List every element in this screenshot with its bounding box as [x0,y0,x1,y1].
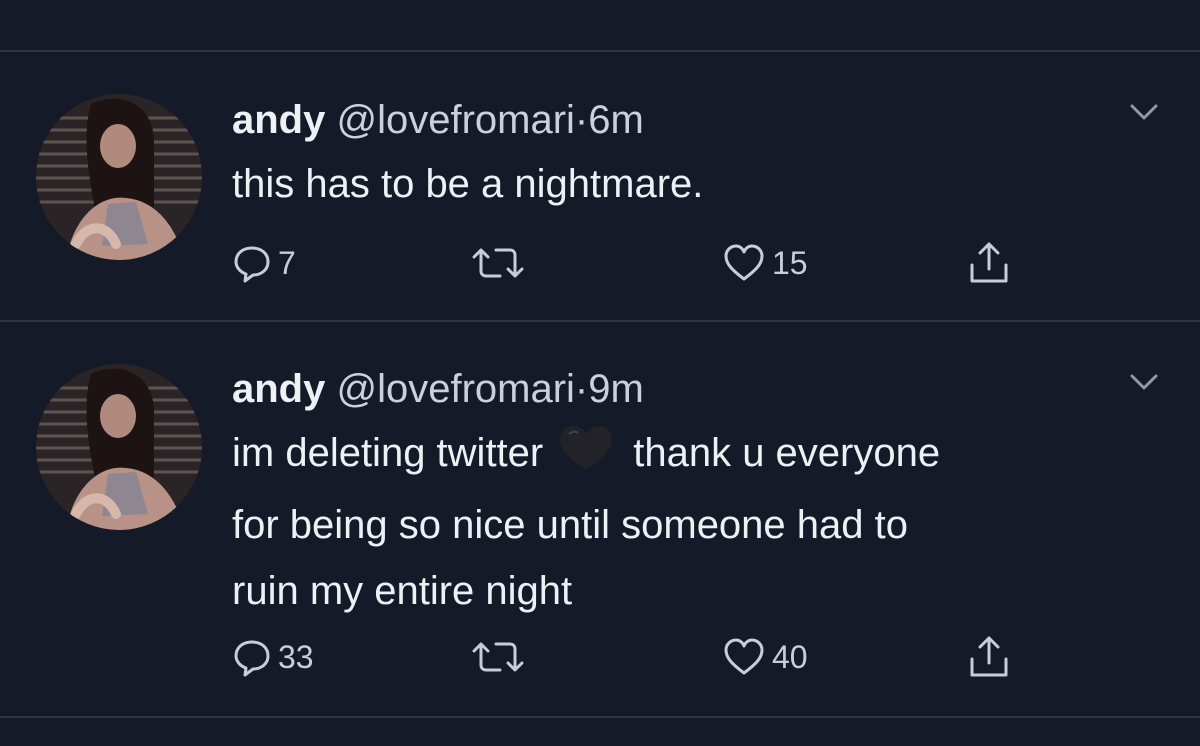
tweet-text-line: ruin my entire night [232,569,573,613]
retweet-icon [472,642,524,672]
reply-bubble-icon [234,640,270,677]
tweet-divider [0,716,1200,718]
chevron-down-icon [1130,374,1158,390]
like-button[interactable]: 40 [722,632,808,682]
tweet-header: andy @lovefromari·6m [232,97,644,143]
username[interactable]: @lovefromari [336,367,574,411]
tweet-text-segment: im deleting twitter [232,431,544,475]
tweet-text-line: im deleting twitter thank u everyone [232,420,1152,492]
avatar-image [36,364,202,530]
chevron-down-icon [1130,104,1158,120]
reply-count: 33 [278,638,314,675]
tweet-header: andy @lovefromari·9m [232,366,644,412]
heart-outline-icon [724,638,764,675]
black-heart-emoji [557,424,615,492]
timeline: andy @lovefromari·6m this has to be a ni… [0,0,1200,746]
tweet-actions: 33 40 [232,632,1052,682]
share-icon [970,242,1008,283]
separator: · [574,98,589,142]
tweet-menu-button[interactable] [1124,98,1164,128]
tweet[interactable]: andy @lovefromari·9m im deleting twitter… [0,322,1200,716]
tweet-text: this has to be a nightmare. [232,151,1152,217]
share-button[interactable] [966,632,1012,682]
avatar-image [36,94,202,260]
tweet-text-line: for being so nice until someone had to [232,503,908,547]
avatar[interactable] [36,364,202,530]
share-button[interactable] [966,238,1012,288]
retweet-button[interactable] [470,632,526,682]
heart-outline-icon [724,244,764,281]
avatar[interactable] [36,94,202,260]
timestamp[interactable]: 6m [588,98,644,142]
share-icon [970,636,1008,677]
tweet-menu-button[interactable] [1124,368,1164,398]
tweet-text-segment: thank u everyone [633,431,941,475]
reply-bubble-icon [234,246,270,283]
display-name[interactable]: andy [232,98,325,142]
username[interactable]: @lovefromari [336,98,574,142]
reply-count: 7 [278,244,296,281]
reply-button[interactable]: 33 [232,632,314,682]
separator: · [574,367,589,411]
tweet-actions: 7 15 [232,238,1052,288]
tweet-text-line: this has to be a nightmare. [232,162,704,206]
like-count: 15 [772,244,808,281]
retweet-icon [472,248,524,278]
display-name[interactable]: andy [232,367,325,411]
like-button[interactable]: 15 [722,238,808,288]
retweet-button[interactable] [470,238,526,288]
timestamp[interactable]: 9m [588,367,644,411]
reply-button[interactable]: 7 [232,238,296,288]
black-heart-icon [560,426,613,470]
like-count: 40 [772,638,808,675]
tweet-text: im deleting twitter thank u everyone for … [232,420,1152,624]
tweet[interactable]: andy @lovefromari·6m this has to be a ni… [0,0,1200,320]
